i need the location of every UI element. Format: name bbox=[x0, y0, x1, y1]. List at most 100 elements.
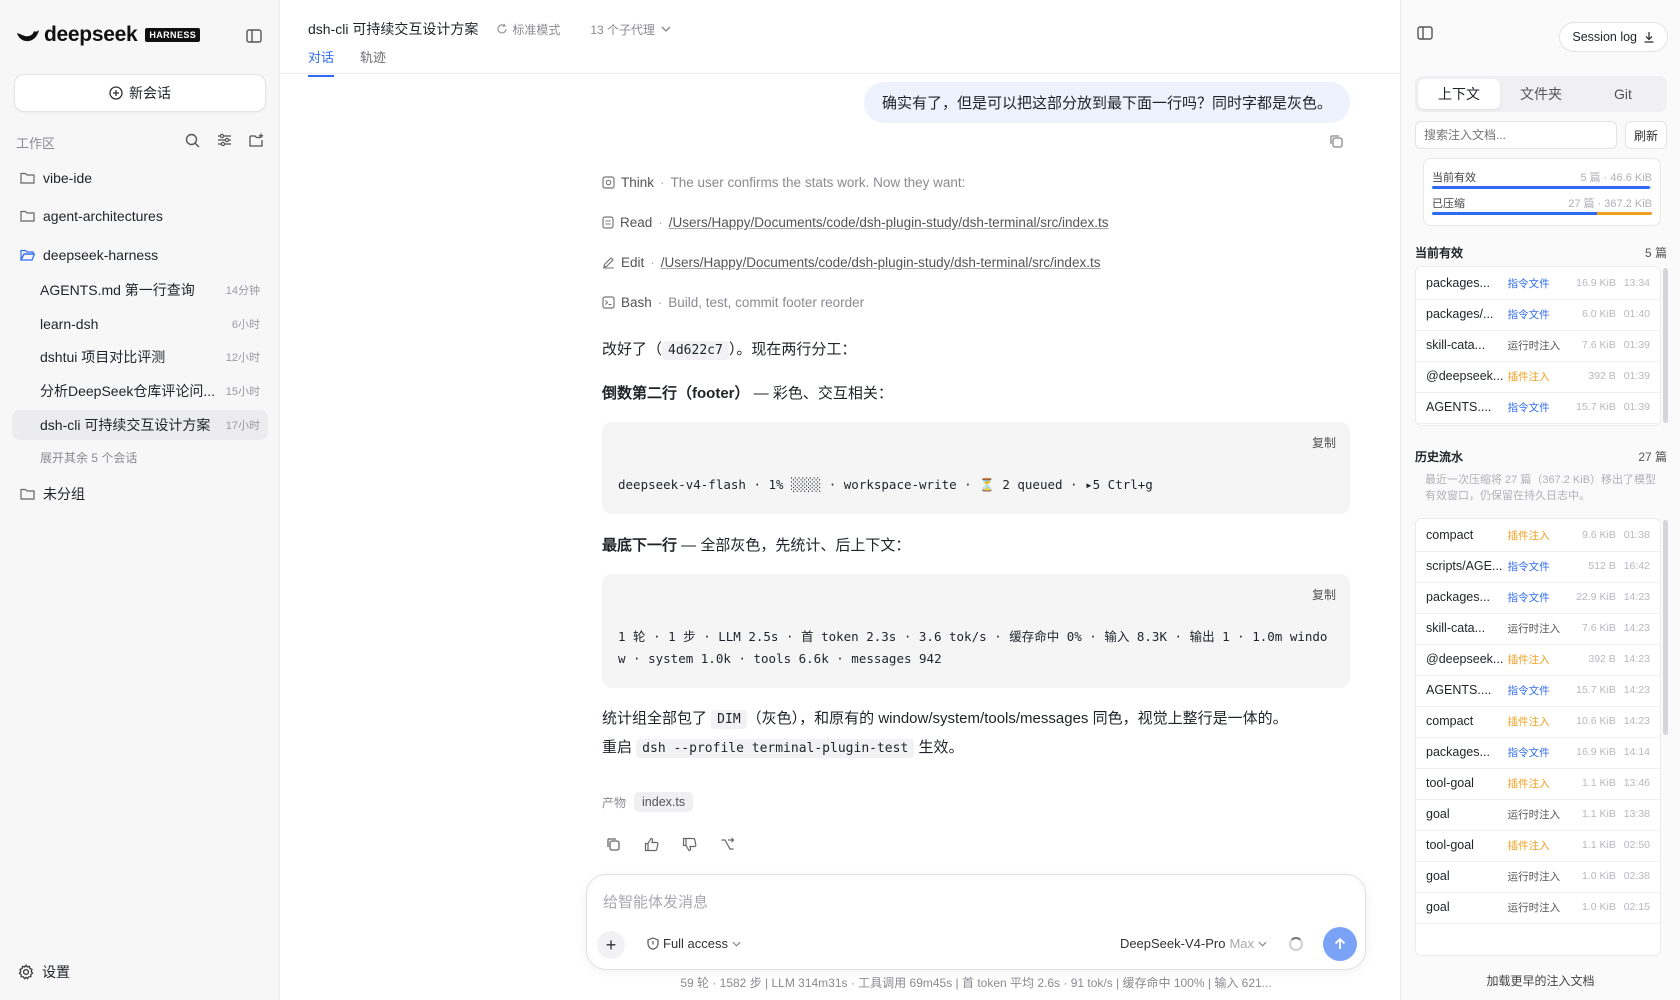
copy-icon bbox=[1330, 135, 1343, 148]
doc-row[interactable]: goal 运行时注入 1.0 KiB 02:38 bbox=[1416, 860, 1660, 893]
doc-row[interactable]: packages... 指令文件 16.9 KiB 14:14 bbox=[1416, 736, 1660, 769]
thumbs-up-button[interactable] bbox=[640, 833, 662, 855]
download-icon bbox=[1644, 32, 1654, 43]
tab-context[interactable]: 上下文 bbox=[1418, 79, 1500, 109]
meter-row-compressed: 已压缩 27 篇 · 367.2 KiB bbox=[1432, 195, 1652, 211]
step-separator: · bbox=[658, 215, 663, 230]
sidebar-panel-icon bbox=[1417, 26, 1433, 40]
search-button[interactable] bbox=[181, 130, 203, 150]
copy-icon bbox=[606, 837, 620, 851]
step-file-link[interactable]: /Users/Happy/Documents/code/dsh-plugin-s… bbox=[669, 215, 1109, 230]
step-bash[interactable]: Bash · Build, test, commit footer reorde… bbox=[602, 295, 864, 310]
step-read[interactable]: Read · /Users/Happy/Documents/code/dsh-p… bbox=[602, 215, 1108, 230]
step-file-link[interactable]: /Users/Happy/Documents/code/dsh-plugin-s… bbox=[661, 255, 1101, 270]
answer-heading: 最底下一行 — 全部灰色，先统计、后上下文： bbox=[602, 534, 910, 555]
thumbs-down-icon bbox=[682, 837, 696, 851]
model-selector[interactable]: DeepSeek-V4-Pro Max bbox=[1120, 936, 1267, 951]
doc-row[interactable]: goal 运行时注入 1.1 KiB 13:38 bbox=[1416, 798, 1660, 831]
text-segment: （灰色），和原有的 window/system/tools/messages 同… bbox=[746, 710, 1288, 727]
section-count: 27 篇 bbox=[1638, 450, 1667, 464]
conversation-header: dsh-cli 可持续交互设计方案 标准模式 13 个子代理 bbox=[308, 19, 671, 39]
conversation-title: dsh-cli 可持续交互设计方案 bbox=[308, 21, 479, 37]
doc-row[interactable]: goal 运行时注入 1.0 KiB 02:15 bbox=[1416, 891, 1660, 924]
doc-row[interactable]: tool-goal 插件注入 1.1 KiB 13:46 bbox=[1416, 767, 1660, 800]
doc-size: 392 B bbox=[1588, 653, 1616, 665]
branch-button[interactable] bbox=[716, 833, 738, 855]
expand-more-sessions[interactable]: 展开其余 5 个会话 bbox=[40, 449, 137, 466]
doc-size: 6.0 KiB bbox=[1581, 308, 1616, 320]
session-item[interactable]: AGENTS.md 第一行查询 14分钟 bbox=[12, 275, 268, 305]
session-log-button[interactable]: Session log bbox=[1559, 22, 1668, 52]
doc-row[interactable]: AGENTS.... 指令文件 15.7 KiB 14:23 bbox=[1416, 674, 1660, 707]
left-sidebar: deepseek HARNESS 新会话 工作区 vibe-ide agent-… bbox=[0, 0, 280, 1000]
attach-button[interactable]: + bbox=[597, 931, 625, 959]
heading-strong: 最底下一行 bbox=[602, 537, 678, 554]
doc-size: 1.0 KiB bbox=[1581, 870, 1616, 882]
step-edit[interactable]: Edit · /Users/Happy/Documents/code/dsh-p… bbox=[602, 255, 1100, 270]
text-segment: 重启 bbox=[602, 739, 637, 756]
session-item[interactable]: dshtui 项目对比评测 12小时 bbox=[12, 342, 268, 372]
current-list-scrollbar[interactable] bbox=[1663, 268, 1668, 423]
folder-agent-architectures[interactable]: agent-architectures bbox=[20, 208, 163, 224]
message-composer[interactable]: 给智能体发消息 + Full access DeepSeek-V4-Pro Ma… bbox=[586, 874, 1366, 970]
copy-code-button[interactable]: 复制 bbox=[1312, 434, 1336, 451]
tab-folder[interactable]: 文件夹 bbox=[1500, 79, 1582, 109]
doc-tag: 插件注入 bbox=[1507, 529, 1550, 542]
copy-response-button[interactable] bbox=[602, 833, 624, 855]
doc-row[interactable]: skill-cata... 运行时注入 7.6 KiB 14:23 bbox=[1416, 612, 1660, 645]
folder-vibe-ide[interactable]: vibe-ide bbox=[20, 170, 92, 186]
brand-name: deepseek bbox=[44, 23, 138, 46]
doc-row[interactable]: compact 插件注入 10.6 KiB 14:23 bbox=[1416, 705, 1660, 738]
doc-row[interactable]: tool-goal 插件注入 1.1 KiB 02:50 bbox=[1416, 829, 1660, 862]
copy-code-button[interactable]: 复制 bbox=[1312, 586, 1336, 603]
send-button[interactable] bbox=[1323, 927, 1357, 961]
session-item[interactable]: learn-dsh 6小时 bbox=[12, 309, 268, 339]
session-item[interactable]: 分析DeepSeek仓库评论问... 15小时 bbox=[12, 376, 268, 406]
message-input[interactable]: 给智能体发消息 bbox=[603, 891, 708, 912]
doc-row[interactable]: scripts/AGE... 指令文件 512 B 16:42 bbox=[1416, 550, 1660, 583]
folder-ungrouped[interactable]: 未分组 bbox=[20, 484, 85, 504]
doc-name: tool-goal bbox=[1426, 776, 1474, 790]
doc-row[interactable]: packages/... 指令文件 6.0 KiB 01:40 bbox=[1416, 298, 1660, 331]
doc-tag: 指令文件 bbox=[1507, 560, 1550, 573]
search-injected-docs-input[interactable] bbox=[1415, 121, 1617, 149]
sidebar-toggle-button[interactable] bbox=[243, 25, 265, 47]
doc-time: 13:38 bbox=[1623, 808, 1650, 820]
context-panel-toggle[interactable] bbox=[1417, 26, 1433, 43]
folder-deepseek-harness[interactable]: deepseek-harness bbox=[20, 247, 158, 263]
history-list-scrollbar[interactable] bbox=[1663, 520, 1668, 735]
doc-row[interactable]: skill-cata... 运行时注入 7.6 KiB 01:39 bbox=[1416, 329, 1660, 362]
subagents-dropdown[interactable]: 13 个子代理 bbox=[590, 21, 671, 38]
doc-row[interactable]: packages... 指令文件 22.9 KiB 14:23 bbox=[1416, 581, 1660, 614]
doc-tag: 运行时注入 bbox=[1507, 901, 1561, 914]
new-chat-button[interactable]: 新会话 bbox=[14, 74, 266, 112]
doc-row[interactable]: compact 插件注入 9.6 KiB 01:38 bbox=[1416, 519, 1660, 552]
doc-name: goal bbox=[1426, 900, 1450, 914]
context-tabs: 上下文 文件夹 Git bbox=[1415, 76, 1667, 112]
doc-row[interactable]: AGENTS.... 指令文件 15.7 KiB 01:39 bbox=[1416, 391, 1660, 424]
doc-row[interactable]: packages... 指令文件 16.9 KiB 13:34 bbox=[1416, 267, 1660, 300]
load-earlier-button[interactable]: 加载更早的注入文档 bbox=[1401, 972, 1680, 989]
new-folder-button[interactable] bbox=[245, 130, 267, 150]
session-title: 分析DeepSeek仓库评论问... bbox=[40, 383, 216, 399]
settings-button[interactable]: 设置 bbox=[18, 962, 70, 982]
artifact-chip[interactable]: index.ts bbox=[634, 792, 694, 812]
mode-indicator[interactable]: 标准模式 bbox=[496, 21, 560, 38]
doc-row[interactable]: @deepseek... 插件注入 392 B 14:23 bbox=[1416, 643, 1660, 676]
session-item-active[interactable]: dsh-cli 可持续交互设计方案 17小时 bbox=[12, 410, 268, 440]
access-dropdown[interactable]: Full access bbox=[647, 936, 741, 951]
refresh-button[interactable]: 刷新 bbox=[1625, 121, 1667, 149]
copy-message-button[interactable] bbox=[1329, 134, 1344, 152]
step-think[interactable]: Think · The user confirms the stats work… bbox=[602, 175, 965, 190]
doc-time: 02:38 bbox=[1623, 870, 1650, 882]
thumbs-down-button[interactable] bbox=[678, 833, 700, 855]
doc-row[interactable]: @deepseek... 插件注入 392 B 01:39 bbox=[1416, 360, 1660, 393]
whale-logo-icon bbox=[17, 30, 39, 42]
tab-git[interactable]: Git bbox=[1582, 79, 1664, 109]
doc-tag: 运行时注入 bbox=[1507, 870, 1561, 883]
folder-name: deepseek-harness bbox=[43, 247, 159, 263]
model-name: DeepSeek-V4-Pro bbox=[1119, 936, 1226, 951]
filter-button[interactable] bbox=[213, 130, 235, 150]
doc-time: 14:23 bbox=[1623, 684, 1650, 696]
doc-time: 13:46 bbox=[1623, 777, 1650, 789]
